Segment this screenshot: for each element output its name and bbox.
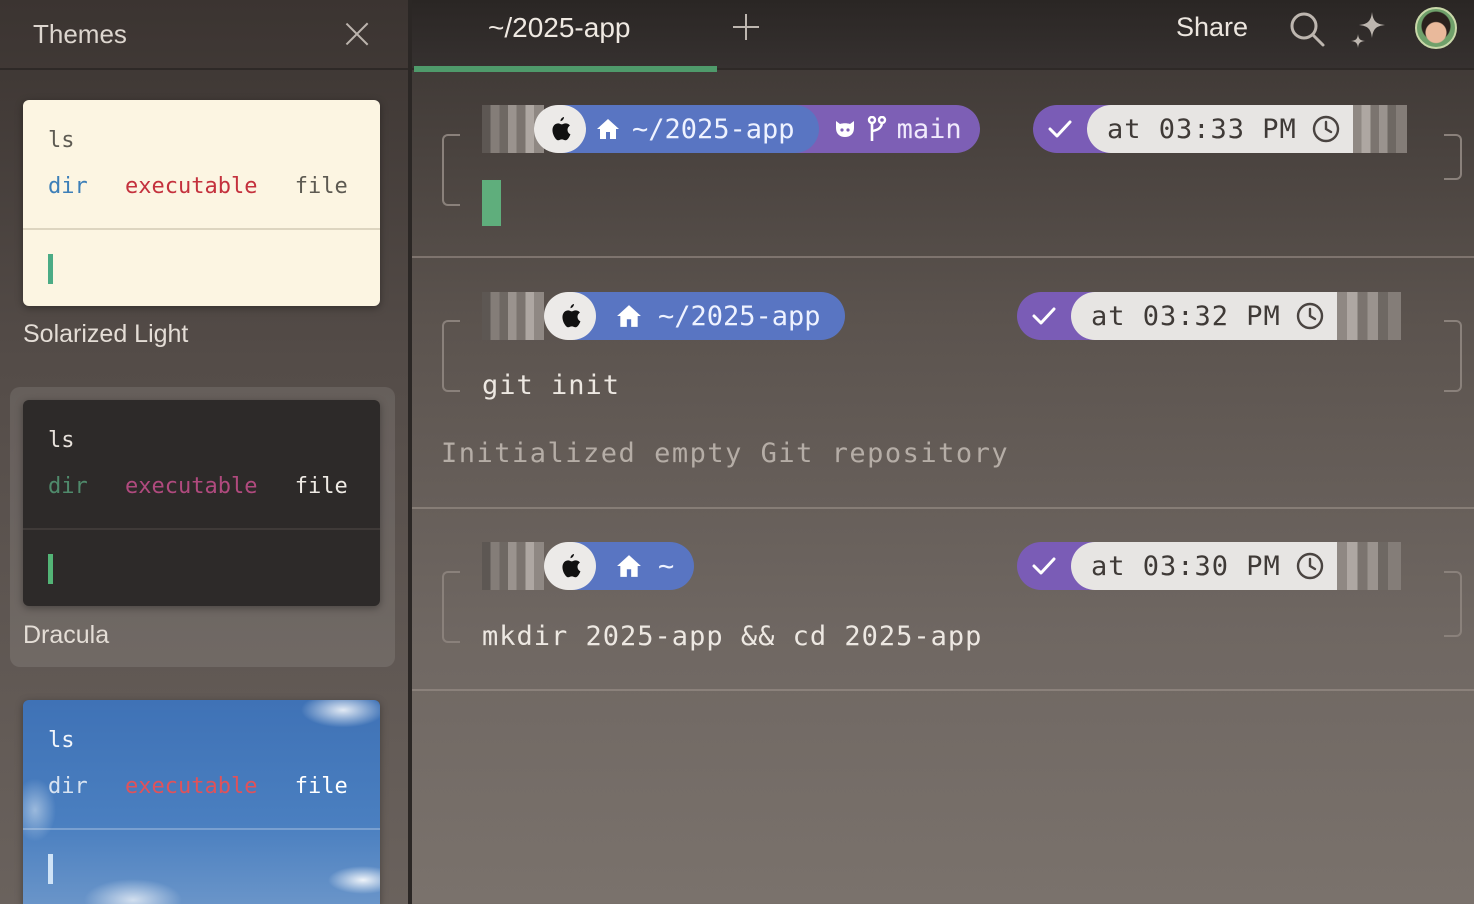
prompt-time-text: at 03:32 PM: [1091, 300, 1281, 332]
block-bracket-left: [442, 571, 460, 643]
close-icon[interactable]: [342, 19, 372, 49]
prompt-time: at 03:30 PM: [1071, 542, 1337, 590]
prompt-left: ~/2025-app main: [482, 105, 980, 153]
command-output: Initialized empty Git repository: [441, 438, 1010, 469]
theme-card-solarized-light[interactable]: ls dir executable file Solarized Light: [10, 88, 395, 368]
theme-name: Solarized Light: [23, 320, 189, 348]
theme-preview: ls dir executable file: [23, 100, 380, 306]
preview-command: ls: [48, 728, 75, 753]
block-bracket-right: [1444, 134, 1462, 180]
top-bar: ~/2025-app Share: [412, 0, 1474, 72]
terminal-cursor: [482, 180, 501, 226]
sparkle-ai-icon[interactable]: [1346, 8, 1390, 52]
preview-dir: dir: [48, 174, 88, 199]
share-button[interactable]: Share: [1176, 12, 1248, 43]
github-icon: [835, 121, 854, 137]
prompt-right: at 03:32 PM: [1017, 292, 1401, 340]
terminal-block-current[interactable]: ~/2025-app main at 03:33 PM: [412, 72, 1474, 257]
preview-command: ls: [48, 428, 75, 453]
terminal-block[interactable]: ~ at 03:30 PM mkdir 2025-app && cd 2025-…: [412, 509, 1474, 689]
preview-file: file: [294, 774, 348, 799]
prompt-fade: [482, 292, 544, 340]
home-icon: [617, 555, 641, 577]
check-icon: [1032, 557, 1056, 575]
preview-file: file: [294, 174, 348, 199]
block-bracket-right: [1444, 571, 1462, 637]
command-text: mkdir 2025-app && cd 2025-app: [482, 621, 983, 652]
apple-icon: [544, 292, 596, 340]
branch-icon: [867, 116, 886, 141]
preview-cursor: [48, 854, 53, 884]
home-icon: [617, 305, 641, 327]
search-icon[interactable]: [1288, 10, 1326, 48]
theme-card-sky[interactable]: ls dir executable file: [10, 688, 395, 904]
prompt-path-text: ~/2025-app: [632, 113, 795, 145]
prompt-right: at 03:33 PM: [1033, 105, 1407, 153]
preview-file: file: [294, 474, 348, 499]
tab-2025-app[interactable]: ~/2025-app: [412, 0, 717, 72]
new-tab-plus-icon[interactable]: [732, 13, 760, 41]
sidebar-title: Themes: [33, 18, 127, 49]
block-bracket-left: [442, 134, 460, 206]
preview-executable: executable: [125, 774, 258, 799]
prompt-git: main: [794, 105, 980, 153]
preview-dir: dir: [48, 474, 88, 499]
user-avatar[interactable]: [1415, 7, 1457, 49]
preview-dir: dir: [48, 774, 88, 799]
preview-executable: executable: [125, 474, 258, 499]
theme-preview: ls dir executable file: [23, 700, 380, 904]
prompt-time: at 03:33 PM: [1087, 105, 1353, 153]
apple-icon: [534, 105, 586, 153]
prompt-path: ~/2025-app: [572, 292, 845, 340]
theme-card-dracula[interactable]: ls dir executable file Dracula: [10, 387, 395, 667]
prompt-time: at 03:32 PM: [1071, 292, 1337, 340]
clock-icon: [1296, 302, 1324, 330]
prompt-path-text: ~/2025-app: [658, 300, 821, 332]
sidebar-header: Themes: [0, 0, 410, 70]
check-icon: [1032, 307, 1056, 325]
clock-icon: [1312, 115, 1340, 143]
prompt-path-text: ~: [658, 550, 675, 582]
check-icon: [1048, 120, 1072, 138]
terminal-block[interactable]: ~/2025-app at 03:32 PM git init Initiali…: [412, 258, 1474, 508]
theme-name: Dracula: [23, 621, 110, 649]
clock-icon: [1296, 552, 1324, 580]
prompt-time-text: at 03:33 PM: [1107, 113, 1297, 145]
prompt-branch-text: main: [896, 113, 962, 145]
prompt-path: ~/2025-app: [562, 105, 819, 153]
block-bracket-left: [442, 320, 460, 392]
theme-preview: ls dir executable file: [23, 400, 380, 606]
apple-icon: [544, 542, 596, 590]
preview-cursor: [48, 254, 53, 284]
prompt-right: at 03:30 PM: [1017, 542, 1401, 590]
themes-sidebar: Themes ls dir executable file Solarized …: [0, 0, 410, 904]
prompt-left: ~/2025-app: [482, 292, 845, 340]
command-text: git init: [482, 370, 621, 401]
home-icon: [597, 119, 619, 139]
block-separator: [412, 689, 1474, 691]
prompt-fade: [1336, 542, 1401, 590]
tab-label: ~/2025-app: [488, 12, 631, 43]
prompt-fade: [1352, 105, 1407, 153]
preview-command: ls: [48, 128, 75, 153]
block-bracket-right: [1444, 320, 1462, 392]
preview-executable: executable: [125, 174, 258, 199]
preview-cursor: [48, 554, 53, 584]
prompt-fade: [1336, 292, 1401, 340]
prompt-time-text: at 03:30 PM: [1091, 550, 1281, 582]
prompt-fade: [482, 542, 544, 590]
prompt-left: ~: [482, 542, 695, 590]
